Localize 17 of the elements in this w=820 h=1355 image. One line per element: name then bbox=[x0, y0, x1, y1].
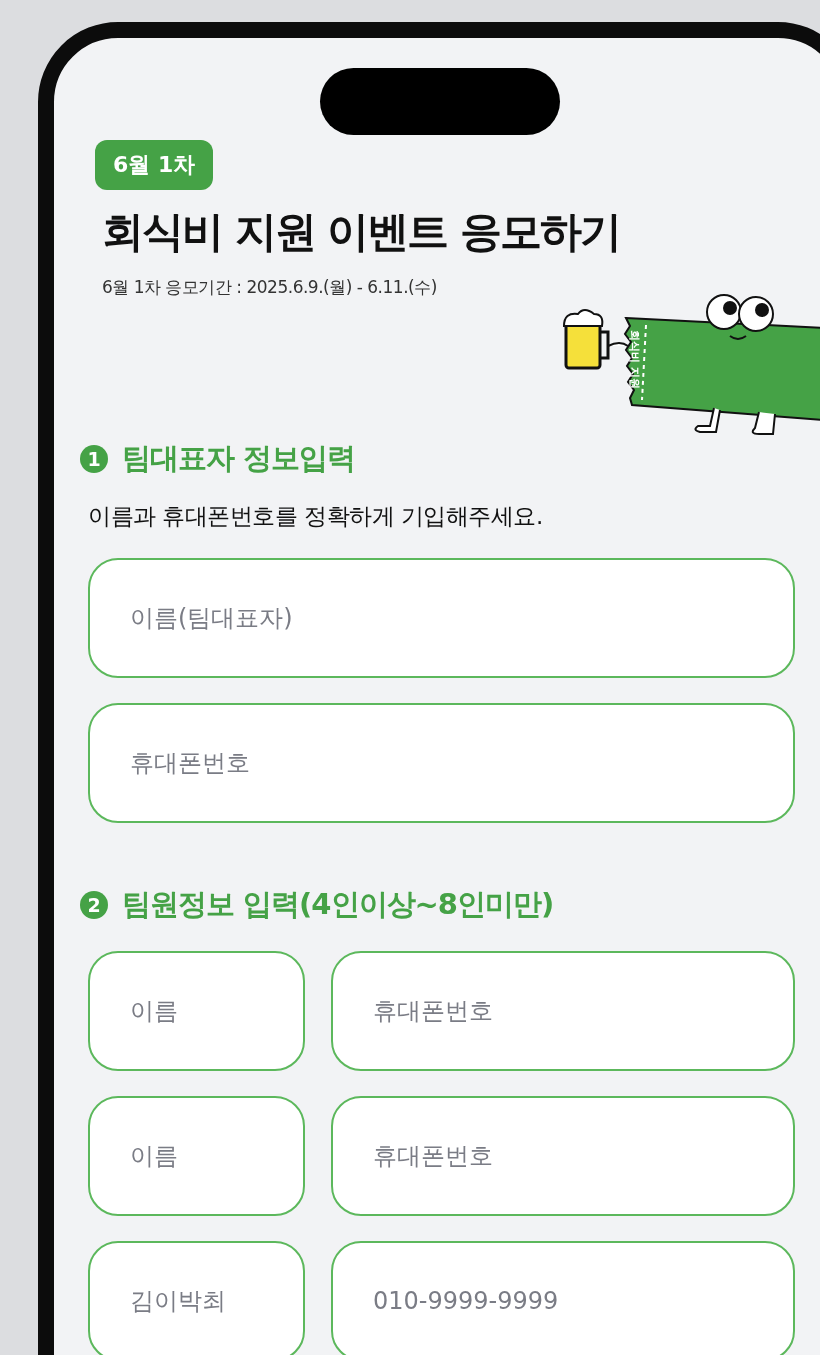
input-field[interactable]: 김이박최 bbox=[88, 1241, 305, 1355]
entry-period: 6월 1차 응모기간 : 2025.6.9.(월) - 6.11.(수) bbox=[102, 276, 437, 299]
input-field[interactable]: 010-9999-9999 bbox=[331, 1241, 795, 1355]
input-field[interactable]: 이름(팀대표자) bbox=[88, 558, 795, 678]
ticket-label: 회식비 지원 bbox=[628, 330, 641, 389]
section-heading: 팀원정보 입력(4인이상~8인미만) bbox=[122, 886, 554, 923]
section-description: 이름과 휴대폰번호를 정확하게 기입해주세요. bbox=[88, 502, 544, 531]
input-field[interactable]: 휴대폰번호 bbox=[331, 951, 795, 1071]
input-field[interactable]: 이름 bbox=[88, 951, 305, 1071]
section-heading: 팀대표자 정보입력 bbox=[122, 440, 356, 477]
input-field[interactable]: 이름 bbox=[88, 1096, 305, 1216]
round-badge: 6월 1차 bbox=[95, 140, 214, 190]
input-field[interactable]: 휴대폰번호 bbox=[88, 703, 795, 823]
page-title: 회식비 지원 이벤트 응모하기 bbox=[102, 206, 621, 258]
step-number-icon: 1 bbox=[80, 445, 108, 473]
step-number-icon: 2 bbox=[80, 891, 108, 919]
input-field[interactable]: 휴대폰번호 bbox=[331, 1096, 795, 1216]
